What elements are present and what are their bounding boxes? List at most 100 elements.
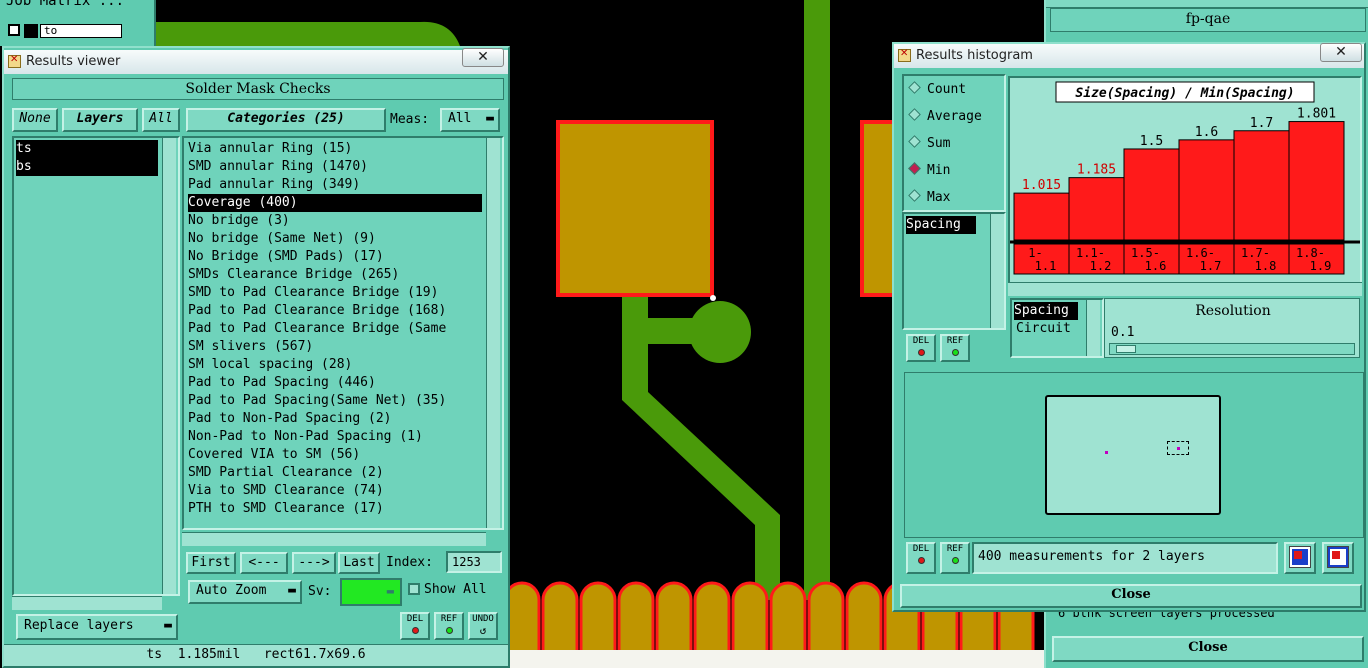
hist-ref-button[interactable]: REF [940, 334, 970, 362]
layer-item[interactable]: bs [16, 158, 158, 176]
layer-list[interactable]: ts bs [12, 136, 180, 596]
close-icon[interactable]: ✕ [462, 48, 504, 67]
option-sum[interactable]: Sum [908, 134, 951, 154]
categories-button[interactable]: Categories (25) [186, 108, 386, 132]
severity-dropdown[interactable]: ▬ [340, 578, 402, 606]
summary-del-button[interactable]: DEL [906, 542, 936, 574]
histogram-titlebar[interactable]: Results histogram ✕ [894, 43, 1364, 68]
histogram-list-scrollbar[interactable] [990, 214, 1004, 328]
index-input[interactable]: 1253 [446, 551, 502, 573]
fp-qae-topbar [1046, 0, 1368, 8]
bar-value-label: 1.015 [1022, 178, 1061, 193]
dropdown-icon: ▬ [288, 583, 296, 598]
prev-button[interactable]: <--- [240, 552, 288, 574]
first-button[interactable]: First [186, 552, 236, 574]
fp-qae-close-button[interactable]: Close [1052, 636, 1364, 662]
hist-del-button[interactable]: DEL [906, 334, 936, 362]
replace-layers-dropdown[interactable]: Replace layers ▬ [16, 614, 178, 640]
zoom-back-button[interactable] [1322, 542, 1354, 574]
all-layers-button[interactable]: All [142, 108, 180, 132]
category-item[interactable]: Covered VIA to SM (56) [188, 446, 360, 464]
next-button[interactable]: ---> [292, 552, 336, 574]
histogram-close-button[interactable]: Close [900, 584, 1362, 608]
categories-scrollbar[interactable] [486, 138, 500, 528]
option-label: Average [927, 109, 982, 124]
slider-handle[interactable] [1116, 345, 1136, 353]
zoom-back-icon [1327, 546, 1349, 568]
resolution-slider[interactable] [1109, 343, 1355, 355]
option-average[interactable]: Average [908, 107, 982, 127]
category-item[interactable]: Pad to Non-Pad Spacing (2) [188, 410, 392, 428]
category-item[interactable]: No Bridge (SMD Pads) (17) [188, 248, 384, 266]
green-dot-icon [951, 349, 959, 356]
category-label: 1.6 [1145, 259, 1167, 273]
preview-area [904, 372, 1364, 538]
type-item-circuit[interactable]: Circuit [1016, 320, 1071, 338]
auto-zoom-dropdown[interactable]: Auto Zoom ▬ [188, 580, 302, 604]
category-label: 1.8 [1255, 259, 1277, 273]
category-item[interactable]: Non-Pad to Non-Pad Spacing (1) [188, 428, 423, 446]
category-item[interactable]: SMD Partial Clearance (2) [188, 464, 384, 482]
option-count[interactable]: Count [908, 80, 966, 100]
preview-frame[interactable] [1045, 395, 1221, 515]
category-item[interactable]: Via to SMD Clearance (74) [188, 482, 384, 500]
layer-name-field[interactable]: to [40, 24, 122, 38]
category-item[interactable]: SMD to Pad Clearance Bridge (19) [188, 284, 438, 302]
green-dot-icon [445, 627, 453, 634]
category-item[interactable]: Pad annular Ring (349) [188, 176, 360, 194]
del-button[interactable]: DEL [400, 612, 430, 640]
layer-item[interactable]: ts [16, 140, 158, 158]
red-dot-icon [917, 349, 925, 356]
categories-hscroll[interactable] [182, 532, 486, 546]
layer-list-scrollbar[interactable] [162, 138, 176, 594]
option-max[interactable]: Max [908, 188, 951, 208]
summary-ref-button[interactable]: REF [940, 542, 970, 574]
type-item-spacing[interactable]: Spacing [1014, 302, 1078, 320]
meas-dropdown[interactable]: All ▬ [440, 108, 500, 132]
category-item[interactable]: PTH to SMD Clearance (17) [188, 500, 384, 518]
histogram-list[interactable]: Spacing [902, 212, 1006, 330]
category-item[interactable]: SM local spacing (28) [188, 356, 352, 374]
category-item[interactable]: No bridge (3) [188, 212, 290, 230]
option-label: Sum [927, 136, 951, 151]
category-item[interactable]: Pad to Pad Clearance Bridge (Same [188, 320, 446, 338]
show-all-checkbox[interactable] [408, 583, 420, 595]
option-min[interactable]: Min [908, 161, 950, 181]
layers-button[interactable]: Layers [62, 108, 138, 132]
histogram-chart[interactable]: Size(Spacing) / Min(Spacing) 1.015 1-1.1 1.… [1010, 78, 1360, 290]
category-item[interactable]: Coverage (400) [188, 194, 482, 212]
close-icon[interactable]: ✕ [1320, 43, 1362, 62]
smd-pad [556, 120, 714, 297]
category-item[interactable]: No bridge (Same Net) (9) [188, 230, 376, 248]
category-item[interactable]: SMDs Clearance Bridge (265) [188, 266, 399, 284]
histogram-list-item[interactable]: Spacing [906, 216, 976, 234]
category-item[interactable]: Pad to Pad Spacing(Same Net) (35) [188, 392, 446, 410]
last-button[interactable]: Last [338, 552, 380, 574]
resolution-panel: Resolution 0.1 [1104, 298, 1360, 358]
zoom-to-button[interactable] [1284, 542, 1316, 574]
index-label: Index: [386, 555, 433, 570]
layer-list-hscroll[interactable] [12, 596, 162, 610]
categories-list[interactable]: Via annular Ring (15) SMD annular Ring (1… [182, 136, 504, 530]
dropdown-icon: ▬ [386, 584, 394, 598]
chart-hscroll[interactable] [1008, 282, 1362, 296]
none-button[interactable]: None [12, 108, 58, 132]
summary-field: 400 measurements for 2 layers [972, 542, 1278, 574]
category-label: 1.1- [1076, 246, 1105, 260]
show-all-label: Show All [424, 582, 487, 597]
option-label: Max [927, 190, 951, 205]
category-item[interactable]: SM slivers (567) [188, 338, 313, 356]
category-item[interactable]: SMD annular Ring (1470) [188, 158, 368, 176]
preview-selection [1167, 441, 1189, 455]
category-label: 1.7- [1241, 246, 1270, 260]
category-item[interactable]: Via annular Ring (15) [188, 140, 352, 158]
undo-button[interactable]: UNDO ↺ [468, 612, 498, 640]
category-item[interactable]: Pad to Pad Spacing (446) [188, 374, 376, 392]
histogram-bar [1178, 139, 1235, 241]
category-item[interactable]: Pad to Pad Clearance Bridge (168) [188, 302, 446, 320]
results-viewer-titlebar[interactable]: Results viewer ✕ [4, 48, 508, 74]
ref-button[interactable]: REF [434, 612, 464, 640]
type-list[interactable]: Spacing Circuit [1010, 298, 1104, 358]
layer-color-swatch [8, 24, 20, 36]
type-list-scrollbar[interactable] [1086, 300, 1100, 356]
